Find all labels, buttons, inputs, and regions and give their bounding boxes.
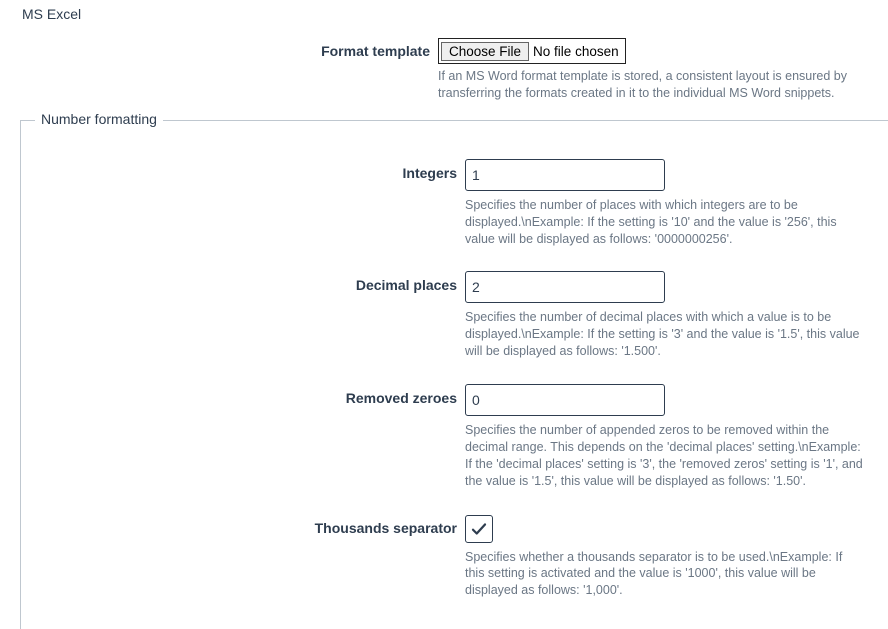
thousands-separator-field: Specifies whether a thousands separator …	[465, 514, 888, 600]
file-status-text: No file chosen	[531, 44, 625, 59]
format-template-row: Format template Choose File No file chos…	[0, 38, 888, 102]
removed-zeroes-label: Removed zeroes	[21, 384, 465, 406]
checkmark-icon	[470, 520, 488, 538]
decimal-places-help: Specifies the number of decimal places w…	[465, 309, 865, 360]
removed-zeroes-help: Specifies the number of appended zeros t…	[465, 422, 865, 490]
integers-label: Integers	[21, 159, 465, 181]
thousands-separator-row: Thousands separator Specifies whether a …	[21, 514, 888, 600]
decimal-places-row: Decimal places Specifies the number of d…	[21, 271, 888, 360]
removed-zeroes-input[interactable]	[465, 384, 665, 416]
integers-field: Specifies the number of places with whic…	[465, 159, 888, 248]
thousands-separator-checkbox[interactable]	[465, 515, 493, 543]
choose-file-button[interactable]: Choose File	[441, 42, 529, 61]
section-title-ms-excel: MS Excel	[0, 6, 888, 22]
decimal-places-field: Specifies the number of decimal places w…	[465, 271, 888, 360]
integers-help: Specifies the number of places with whic…	[465, 197, 865, 248]
thousands-separator-help: Specifies whether a thousands separator …	[465, 549, 865, 600]
removed-zeroes-row: Removed zeroes Specifies the number of a…	[21, 384, 888, 490]
integers-input[interactable]	[465, 159, 665, 191]
number-formatting-panel: Number formatting Integers Specifies the…	[20, 120, 888, 629]
format-template-field: Choose File No file chosen If an MS Word…	[438, 38, 888, 102]
removed-zeroes-field: Specifies the number of appended zeros t…	[465, 384, 888, 490]
thousands-separator-label: Thousands separator	[21, 514, 465, 536]
number-formatting-title: Number formatting	[35, 111, 163, 127]
format-template-label: Format template	[0, 38, 438, 59]
integers-row: Integers Specifies the number of places …	[21, 159, 888, 248]
file-input-wrapper[interactable]: Choose File No file chosen	[438, 38, 626, 64]
decimal-places-label: Decimal places	[21, 271, 465, 293]
format-template-help: If an MS Word format template is stored,…	[438, 68, 848, 102]
decimal-places-input[interactable]	[465, 271, 665, 303]
